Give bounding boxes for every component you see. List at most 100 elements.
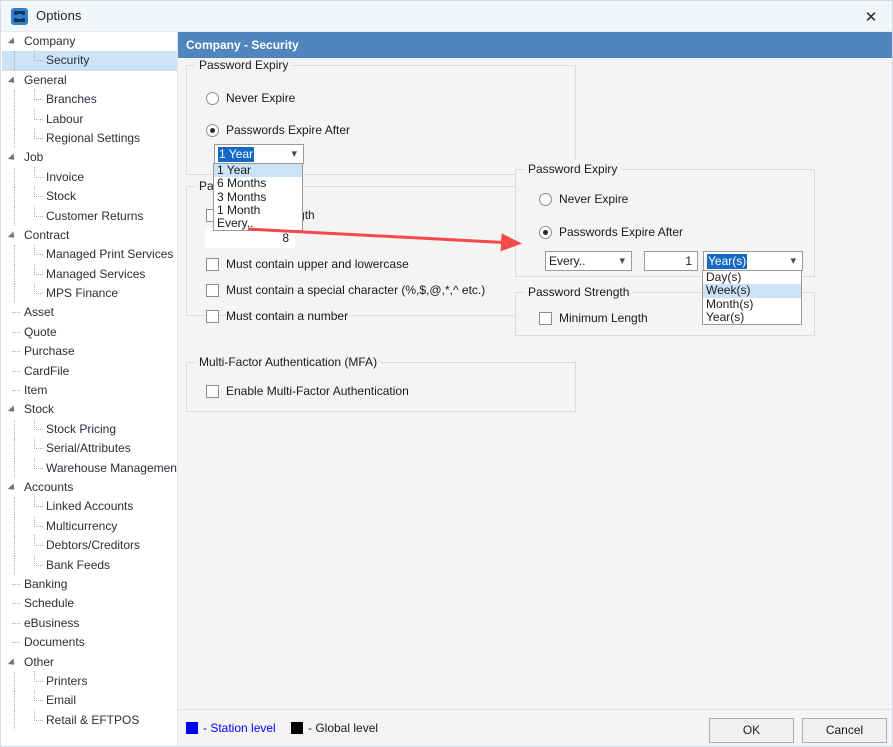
sidebar-item-retail-eftpos[interactable]: Retail & EFTPOS (2, 711, 177, 730)
sidebar-item-multicurrency[interactable]: Multicurrency (2, 517, 177, 536)
expander-triangle-icon[interactable] (8, 483, 17, 492)
sidebar-item-cardfile[interactable]: CardFile (2, 362, 177, 381)
expiry-period-option[interactable]: 1 Month (214, 204, 302, 217)
sidebar-item-item[interactable]: Item (2, 381, 177, 400)
sidebar-item-customer-returns[interactable]: Customer Returns (2, 207, 177, 226)
settings-tree-sidebar[interactable]: CompanySecurityGeneralBranchesLabourRegi… (2, 32, 178, 747)
tree-connector (34, 429, 43, 430)
expiry-period-combobox[interactable]: 1 Year ▾ (214, 144, 304, 164)
overlay-minimum-length-label: Minimum Length (559, 311, 648, 325)
overlay-unit-option[interactable]: Year(s) (703, 311, 801, 324)
close-icon[interactable]: ✕ (848, 1, 893, 32)
sidebar-item-label: Retail & EFTPOS (46, 713, 139, 727)
sidebar-item-warehouse-management[interactable]: Warehouse Management (2, 459, 177, 478)
sidebar-item-branches[interactable]: Branches (2, 90, 177, 109)
sidebar-item-general[interactable]: General (2, 71, 177, 90)
overlay-passwords-expire-after-radio[interactable] (539, 226, 552, 239)
sidebar-item-managed-services[interactable]: Managed Services (2, 265, 177, 284)
sidebar-item-label: Quote (24, 325, 57, 339)
sidebar-item-stock[interactable]: Stock (2, 400, 177, 419)
sidebar-item-serial-attributes[interactable]: Serial/Attributes (2, 439, 177, 458)
tree-connector (34, 700, 43, 701)
overlay-minimum-length-checkbox[interactable] (539, 312, 552, 325)
sidebar-item-invoice[interactable]: Invoice (2, 168, 177, 187)
sidebar-item-label: Invoice (46, 170, 84, 184)
tree-connector-vertical (14, 187, 15, 206)
sidebar-item-stock-pricing[interactable]: Stock Pricing (2, 420, 177, 439)
sidebar-item-security[interactable]: Security (2, 51, 177, 70)
sidebar-item-job[interactable]: Job (2, 148, 177, 167)
global-level-label: - Global level (308, 721, 378, 735)
overlay-never-expire-radio[interactable] (539, 193, 552, 206)
expiry-period-option[interactable]: Every.. (214, 217, 302, 230)
tree-connector-vertical (14, 129, 15, 148)
tree-connector-vertical (14, 556, 15, 575)
overlay-unit-option[interactable]: Month(s) (703, 298, 801, 311)
tree-connector (34, 274, 43, 275)
sidebar-item-debtors-creditors[interactable]: Debtors/Creditors (2, 536, 177, 555)
sidebar-item-printers[interactable]: Printers (2, 672, 177, 691)
expiry-period-option[interactable]: 3 Months (214, 191, 302, 204)
sidebar-item-company[interactable]: Company (2, 32, 177, 51)
tree-connector-vertical (14, 691, 15, 710)
expander-triangle-icon[interactable] (8, 406, 17, 415)
sidebar-item-linked-accounts[interactable]: Linked Accounts (2, 497, 177, 516)
sidebar-item-asset[interactable]: Asset (2, 303, 177, 322)
tree-connector-vertical (14, 168, 15, 187)
ok-button[interactable]: OK (709, 718, 794, 743)
tree-connector-vertical (14, 90, 15, 109)
sidebar-item-contract[interactable]: Contract (2, 226, 177, 245)
cancel-button[interactable]: Cancel (802, 718, 887, 743)
sidebar-item-label: Stock Pricing (46, 422, 116, 436)
sidebar-item-label: Contract (24, 228, 69, 242)
sidebar-item-bank-feeds[interactable]: Bank Feeds (2, 556, 177, 575)
expiry-period-option[interactable]: 6 Months (214, 177, 302, 190)
sidebar-item-banking[interactable]: Banking (2, 575, 177, 594)
enable-mfa-checkbox[interactable] (206, 385, 219, 398)
expander-triangle-icon[interactable] (8, 154, 17, 163)
overlay-unit-combobox[interactable]: Year(s) ▾ (703, 251, 803, 271)
expander-triangle-icon[interactable] (8, 658, 17, 667)
sidebar-item-email[interactable]: Email (2, 691, 177, 710)
sidebar-item-accounts[interactable]: Accounts (2, 478, 177, 497)
expiry-period-combobox-value: 1 Year (218, 147, 254, 162)
sidebar-item-purchase[interactable]: Purchase (2, 342, 177, 361)
passwords-expire-after-radio[interactable] (206, 124, 219, 137)
expiry-period-dropdown-list[interactable]: 1 Year6 Months3 Months1 MonthEvery.. (213, 163, 303, 231)
sidebar-item-label: Accounts (24, 480, 73, 494)
contains-number-checkbox[interactable] (206, 310, 219, 323)
overlay-unit-dropdown-list[interactable]: Day(s)Week(s)Month(s)Year(s) (702, 270, 802, 325)
sidebar-item-label: Managed Services (46, 267, 145, 281)
sidebar-item-schedule[interactable]: Schedule (2, 594, 177, 613)
sidebar-item-mps-finance[interactable]: MPS Finance (2, 284, 177, 303)
tree-connector-vertical (14, 459, 15, 478)
sidebar-item-quote[interactable]: Quote (2, 323, 177, 342)
tree-connector-vertical (14, 420, 15, 439)
sidebar-item-documents[interactable]: Documents (2, 633, 177, 652)
tree-connector-vertical (14, 517, 15, 536)
overlay-unit-combobox-value: Year(s) (707, 254, 747, 269)
sidebar-item-labour[interactable]: Labour (2, 110, 177, 129)
expander-triangle-icon[interactable] (8, 76, 17, 85)
expander-triangle-icon[interactable] (8, 37, 17, 46)
overlay-unit-option[interactable]: Week(s) (703, 284, 801, 297)
overlay-password-expiry-group-title: Password Expiry (524, 162, 621, 176)
tree-connector (34, 681, 43, 682)
sidebar-item-managed-print-services[interactable]: Managed Print Services (2, 245, 177, 264)
sidebar-item-stock[interactable]: Stock (2, 187, 177, 206)
overlay-passwords-expire-after-label: Passwords Expire After (559, 225, 683, 239)
tree-connector (12, 623, 20, 624)
overlay-amount-field[interactable]: 1 (644, 251, 698, 271)
expiry-period-option[interactable]: 1 Year (214, 164, 302, 177)
expander-triangle-icon[interactable] (8, 231, 17, 240)
overlay-interval-combobox[interactable]: Every.. ▾ (545, 251, 632, 271)
sidebar-item-ebusiness[interactable]: eBusiness (2, 614, 177, 633)
special-character-checkbox[interactable] (206, 284, 219, 297)
never-expire-radio[interactable] (206, 92, 219, 105)
password-expiry-group-title: Password Expiry (195, 58, 292, 72)
overlay-unit-option[interactable]: Day(s) (703, 271, 801, 284)
sidebar-item-regional-settings[interactable]: Regional Settings (2, 129, 177, 148)
mfa-group: Multi-Factor Authentication (MFA) Enable… (186, 362, 576, 412)
upper-lowercase-checkbox[interactable] (206, 258, 219, 271)
sidebar-item-other[interactable]: Other (2, 653, 177, 672)
